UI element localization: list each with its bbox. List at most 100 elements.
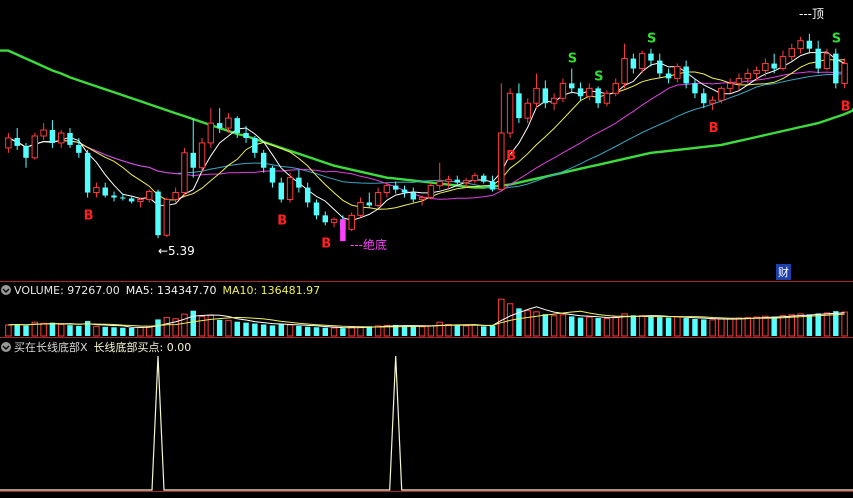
candle-down [296, 177, 302, 188]
candle-down [542, 88, 549, 104]
candle-down [806, 40, 813, 49]
volume-bar-down [190, 310, 196, 336]
volume-bar-up [533, 311, 540, 337]
candle-up [621, 58, 628, 84]
panel-divider-mid [0, 337, 853, 338]
volume-header: VOLUME: 97267.00 MA5: 134347.70 MA10: 13… [0, 282, 853, 298]
volume-bar-down [806, 314, 813, 336]
candle-up [163, 198, 171, 236]
candle-down [577, 88, 584, 97]
candle-up [357, 201, 364, 216]
candle-up [146, 191, 153, 200]
volume-bar-up [198, 315, 206, 337]
volume-bar-up [498, 298, 505, 337]
candle-up [753, 69, 760, 74]
volume-bar-down [595, 318, 601, 336]
lowest-price-label: ←5.39 [158, 244, 195, 258]
candle-up [427, 185, 435, 198]
candle-down [269, 167, 276, 183]
candle-up [31, 135, 39, 159]
volume-bar-up [207, 314, 215, 337]
candle-down [516, 93, 522, 119]
top-label: ---顶 [799, 7, 824, 21]
candle-down [833, 53, 839, 84]
candle-up [383, 185, 391, 194]
collapse-toggle-icon[interactable] [1, 285, 11, 295]
finance-badge[interactable]: 财 [776, 264, 791, 280]
candle-up [348, 214, 355, 230]
candle-down [489, 181, 496, 190]
volume-bar-down [120, 327, 126, 336]
candle-down [665, 73, 672, 79]
buy-signal-marker: B [277, 213, 287, 228]
volume-bar-up [181, 313, 188, 337]
candle-down [84, 152, 91, 193]
volume-bar-down [401, 325, 408, 336]
candle-down [216, 123, 223, 129]
volume-bar-down [216, 319, 223, 336]
volume-bar-up [357, 326, 364, 337]
candle-up [709, 99, 716, 104]
volume-bar-down [234, 321, 240, 336]
candle-down [67, 133, 73, 145]
candle-down [243, 133, 249, 138]
volume-bar-up [559, 314, 567, 337]
volume-bar-up [586, 316, 593, 337]
volume-bar-up [348, 326, 355, 337]
candle-up [198, 142, 206, 169]
candle-down [392, 185, 399, 190]
volume-bar-up [40, 322, 47, 337]
candle-up [374, 192, 382, 206]
volume-bar-up [5, 324, 12, 337]
volume-bar-up [330, 327, 338, 337]
volume-bar-down [815, 313, 821, 336]
candle-up [674, 66, 681, 79]
volume-bar-down [569, 316, 575, 336]
volume-ma10: MA10: 136481.97 [222, 283, 321, 297]
sell-signal-marker: S [568, 52, 577, 67]
candle-up [93, 187, 100, 194]
volume-bar-up [57, 323, 65, 337]
candle-down [322, 215, 329, 223]
candle-up [462, 180, 470, 184]
volume-bar-down [269, 325, 276, 336]
candle-down [771, 63, 777, 69]
ma-long-line [0, 49, 853, 189]
candle-down [480, 175, 487, 182]
candle-up [181, 152, 188, 194]
candle-up [445, 179, 452, 183]
volume-bar-up [225, 319, 232, 337]
candle-up [559, 82, 567, 99]
volume-bar-down [542, 314, 549, 336]
volume-bar-down [260, 324, 267, 336]
candle-down [190, 152, 196, 168]
candle-up [524, 102, 531, 119]
volume-bar-up [93, 325, 100, 337]
candle-up [471, 175, 479, 182]
candle-up [718, 87, 725, 101]
volume-bar-down [304, 326, 311, 336]
candle-up [5, 137, 12, 149]
sell-signal-marker: S [594, 69, 603, 84]
volume-bar-up [726, 317, 734, 337]
candle-down [102, 187, 108, 196]
volume-bar-down [296, 325, 302, 336]
candle-up [735, 77, 743, 84]
candle-up [779, 56, 787, 69]
volume-bar-down [701, 319, 707, 336]
candle-up [762, 63, 769, 71]
ma10-line [8, 58, 845, 210]
candle-down [815, 48, 821, 69]
candle-up [172, 192, 179, 200]
buy-signal-marker: B [321, 236, 331, 251]
candle-down [120, 197, 126, 199]
candle-down [692, 83, 698, 94]
collapse-toggle-icon[interactable] [1, 342, 11, 352]
buy-signal-marker: B [84, 209, 94, 224]
volume-bar-up [603, 317, 611, 337]
candle-up [330, 218, 338, 223]
volume-bar-up [462, 325, 470, 337]
volume-bar-up [524, 310, 531, 337]
volume-bar-down [480, 326, 487, 336]
candle-up [726, 82, 734, 89]
